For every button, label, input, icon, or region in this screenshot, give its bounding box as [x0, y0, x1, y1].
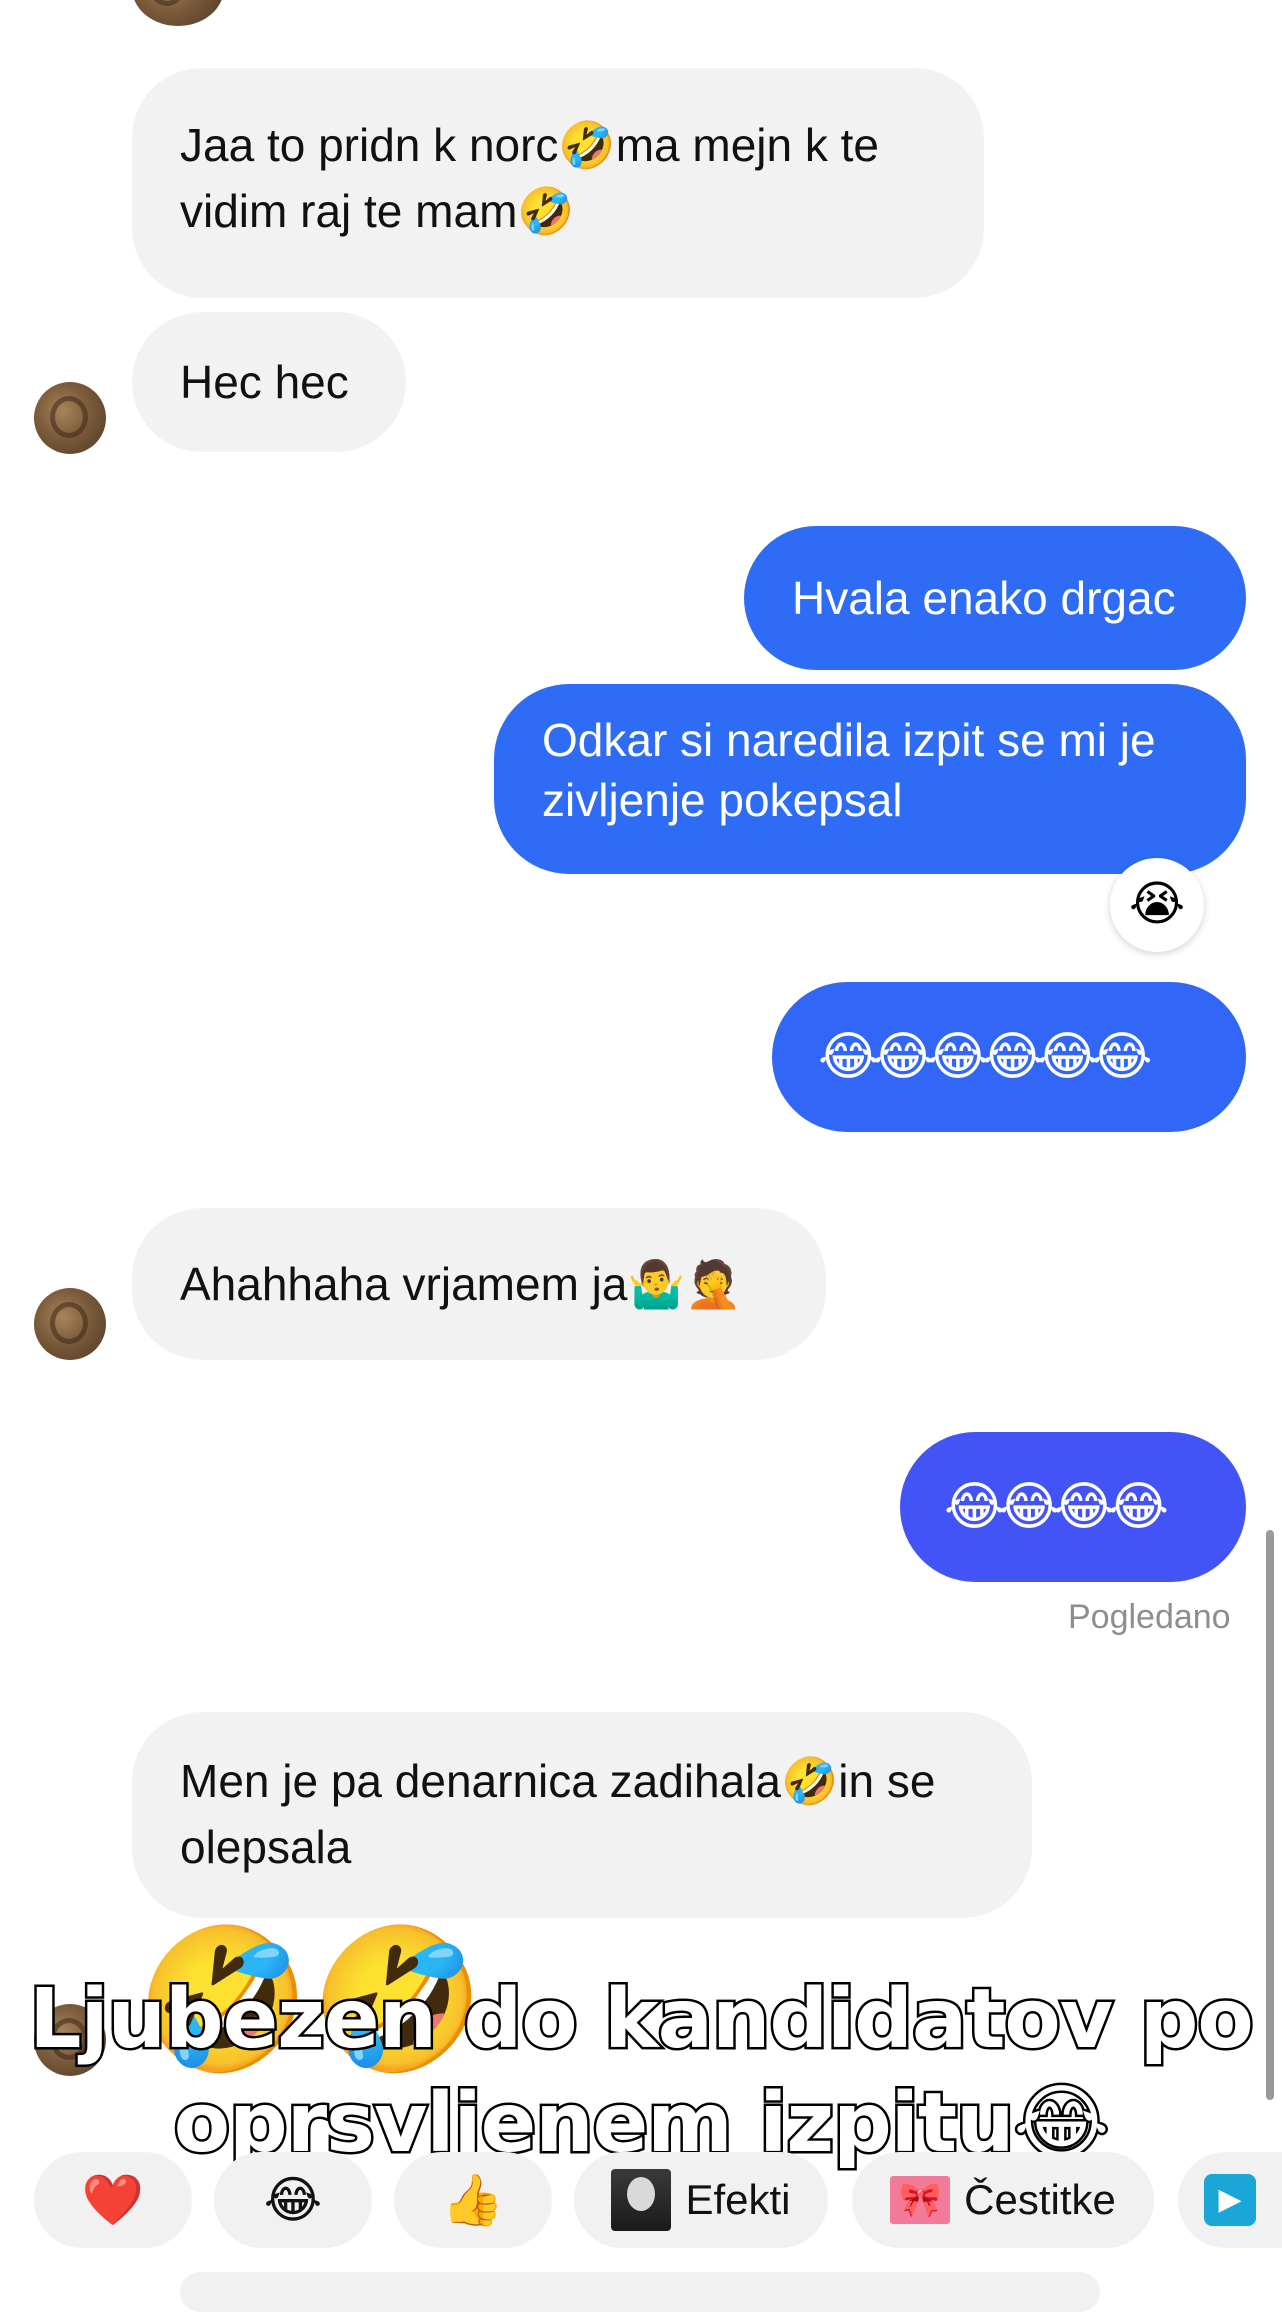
message-outgoing[interactable]: Odkar si naredila izpit se mi je zivljen…: [494, 684, 1246, 874]
effects-label: Efekti: [685, 2176, 791, 2223]
scrollbar[interactable]: [1266, 1530, 1274, 2100]
message-incoming[interactable]: Jaa to pridn k norc🤣ma mejn k te vidim r…: [132, 68, 984, 298]
contact-avatar[interactable]: [34, 382, 106, 454]
message-incoming[interactable]: Hec hec: [132, 312, 406, 452]
seen-status: Pogledano: [1068, 1598, 1231, 1636]
play-icon: ▶: [1204, 2174, 1256, 2226]
message-reaction[interactable]: 😭: [1110, 858, 1204, 952]
message-outgoing[interactable]: 😂😂😂😂😂😂: [772, 982, 1246, 1132]
gift-bow-icon: 🎀: [890, 2176, 951, 2224]
message-input-edge[interactable]: [180, 2272, 1100, 2312]
video-caption-line: Ljubezen do kandidatov po: [27, 1970, 1257, 2070]
effects-thumbnail-icon: [611, 2169, 672, 2231]
effects-button[interactable]: Efekti: [574, 2152, 828, 2248]
greetings-button[interactable]: 🎀 Čestitke: [852, 2152, 1154, 2248]
loudly-crying-face-icon: 😭: [1128, 878, 1186, 931]
contact-avatar-top[interactable]: [132, 0, 224, 26]
more-button[interactable]: ▶: [1178, 2152, 1282, 2248]
greetings-label: Čestitke: [964, 2176, 1116, 2223]
quick-reply-thumbs-up[interactable]: 👍: [394, 2152, 552, 2248]
message-incoming[interactable]: Ahahhaha vrjamem ja🤷‍♂️🤦: [132, 1208, 826, 1360]
laughing-face-icon: 😂: [263, 2172, 323, 2228]
heart-icon: ❤️: [81, 2172, 145, 2228]
message-incoming[interactable]: Men je pa denarnica zadihala🤣in se oleps…: [132, 1712, 1032, 1918]
thumbs-up-icon: 👍: [441, 2172, 505, 2228]
message-outgoing[interactable]: 😂😂😂😂: [900, 1432, 1246, 1582]
contact-avatar[interactable]: [34, 1288, 106, 1360]
quick-reply-laugh[interactable]: 😂: [214, 2152, 372, 2248]
quick-reply-heart[interactable]: ❤️: [34, 2152, 192, 2248]
message-outgoing[interactable]: Hvala enako drgac: [744, 526, 1246, 670]
